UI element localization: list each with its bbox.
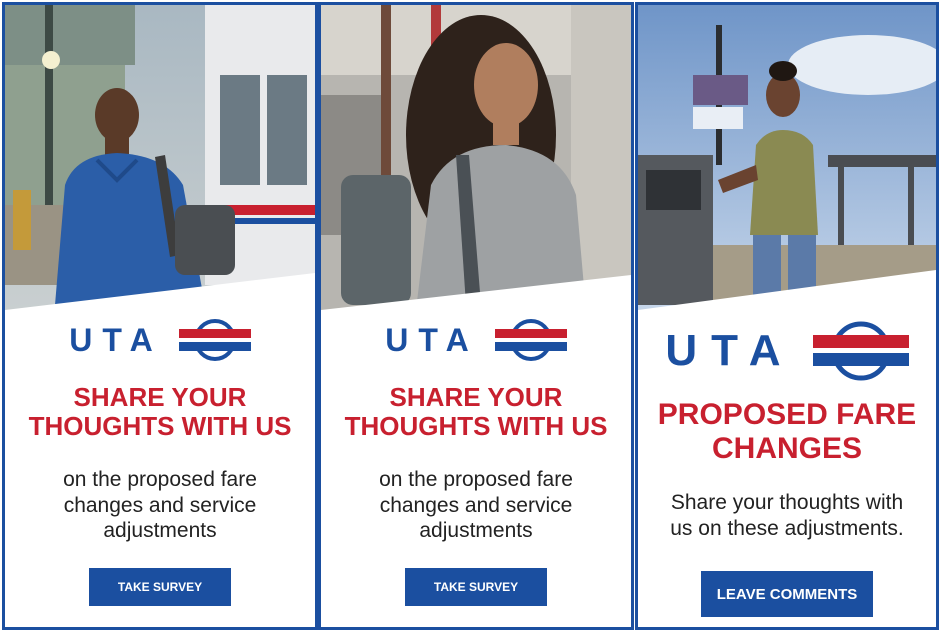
body-line-3: adjustments [103,519,217,543]
body-line-2: changes and service [63,493,257,517]
take-survey-button[interactable]: Take Survey [405,568,547,606]
uta-logo-mark-icon [494,319,567,361]
headline-line-1: Share your [73,382,247,412]
leave-comments-button[interactable]: Leave Comments [701,571,873,617]
ad-banner-1[interactable]: UTA Share your thoughts with us on the p… [2,2,318,630]
headline-line-2: thoughts with us [344,411,608,442]
body-line-1: Share your thoughts with [670,491,904,514]
banner-body-text: Share your thoughts with us on these adj… [638,490,936,541]
banner-photo-woman-on-train [321,5,631,310]
banner-photo-woman-at-fare-machine [638,5,936,310]
banner-headline: Share your thoughts with us [5,382,315,442]
headline-line-2: changes [711,431,862,465]
take-survey-button[interactable]: Take Survey [89,568,231,606]
headline-line-1: Share your [389,382,563,412]
ad-banner-3[interactable]: UTA Proposed fare changes Share your tho… [635,2,939,630]
headline-line-1: Proposed fare [657,398,917,431]
uta-logo-mark-icon [812,321,909,381]
uta-logo-wordmark: UTA [385,321,479,358]
body-line-1: on the proposed fare [379,468,573,491]
uta-logo: UTA [5,313,315,367]
body-line-2: changes and service [379,493,573,517]
banner-body-text: on the proposed fare changes and service… [321,467,631,544]
banner-body-text: on the proposed fare changes and service… [5,467,315,544]
banner-headline: Share your thoughts with us [321,382,631,442]
headline-line-2: thoughts with us [28,411,292,442]
body-line-2: us on these adjustments. [670,516,904,540]
banner-photo-man-at-train-station [5,5,315,310]
uta-logo: UTA [321,313,631,367]
uta-logo-wordmark: UTA [69,321,163,358]
uta-logo: UTA [638,315,936,387]
banner-headline: Proposed fare changes [638,398,936,465]
body-line-1: on the proposed fare [63,468,257,491]
ad-banner-2[interactable]: UTA Share your thoughts with us on the p… [318,2,634,630]
body-line-3: adjustments [419,519,533,543]
uta-logo-wordmark: UTA [665,326,795,375]
uta-logo-mark-icon [178,319,251,361]
